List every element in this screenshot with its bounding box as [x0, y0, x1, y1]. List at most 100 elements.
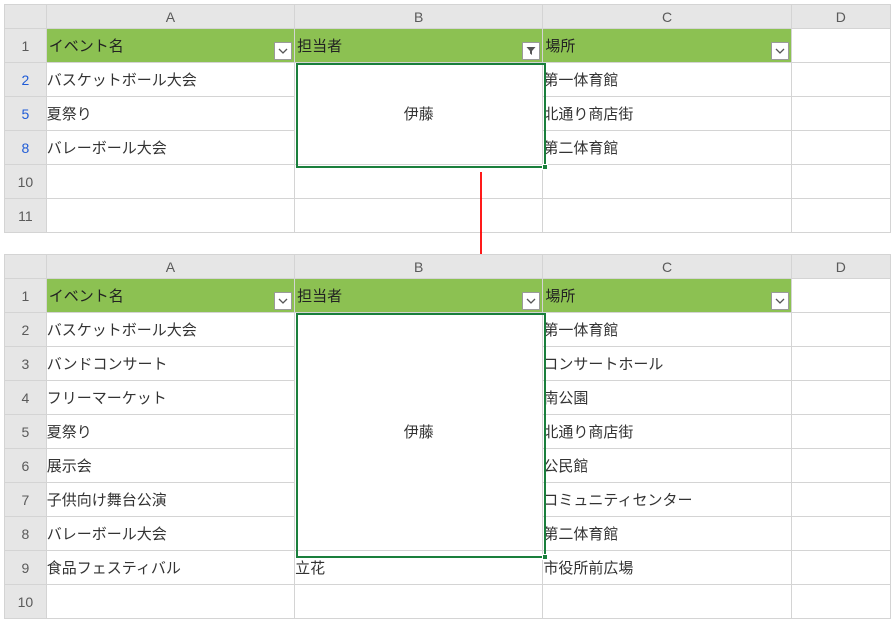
cell-D[interactable] [791, 63, 890, 97]
merged-cell-person[interactable]: 伊藤 [295, 63, 543, 165]
row-header[interactable]: 10 [5, 585, 47, 619]
table-row[interactable]: 10 [5, 165, 891, 199]
cell[interactable] [295, 199, 543, 233]
row-header[interactable]: 2 [5, 63, 47, 97]
cell-event[interactable]: 食品フェスティバル [46, 551, 294, 585]
cell-event[interactable]: バレーボール大会 [46, 517, 294, 551]
header-place[interactable]: 場所 [543, 279, 791, 313]
filter-dropdown-button[interactable] [771, 42, 789, 60]
cell-place[interactable]: 第一体育館 [543, 313, 791, 347]
row-header[interactable]: 6 [5, 449, 47, 483]
column-header-D[interactable]: D [791, 255, 890, 279]
header-event[interactable]: イベント名 [46, 29, 294, 63]
column-header-B[interactable]: B [295, 255, 543, 279]
row-header[interactable]: 10 [5, 165, 47, 199]
header-place[interactable]: 場所 [543, 29, 791, 63]
cell-place[interactable]: 公民館 [543, 449, 791, 483]
spreadsheet-top[interactable]: A B C D 1 イベント名 担当者 [4, 4, 891, 233]
header-person[interactable]: 担当者 [295, 29, 543, 63]
filter-dropdown-button[interactable] [274, 292, 292, 310]
column-header-B[interactable]: B [295, 5, 543, 29]
row-header[interactable]: 2 [5, 313, 47, 347]
filter-dropdown-button[interactable] [522, 292, 540, 310]
cell-event[interactable]: バンドコンサート [46, 347, 294, 381]
cell-D[interactable] [791, 381, 890, 415]
table-row[interactable]: 11 [5, 199, 891, 233]
cell-place[interactable]: 第二体育館 [543, 131, 791, 165]
cell[interactable] [295, 165, 543, 199]
cell[interactable] [791, 165, 890, 199]
cell-D[interactable] [791, 551, 890, 585]
cell-event[interactable]: 夏祭り [46, 97, 294, 131]
merged-cell-person[interactable]: 伊藤 [295, 313, 543, 551]
select-all-corner[interactable] [5, 255, 47, 279]
cell-D[interactable] [791, 483, 890, 517]
spreadsheet-bottom[interactable]: A B C D 1 イベント名 担当者 場所 [4, 254, 891, 619]
column-header-A[interactable]: A [46, 5, 294, 29]
cell-place[interactable]: コンサートホール [543, 347, 791, 381]
cell[interactable] [46, 585, 294, 619]
cell-D[interactable] [791, 517, 890, 551]
column-header-row[interactable]: A B C D [5, 5, 891, 29]
cell-D[interactable] [791, 131, 890, 165]
row-header[interactable]: 8 [5, 131, 47, 165]
row-header[interactable]: 11 [5, 199, 47, 233]
cell[interactable] [791, 199, 890, 233]
cell[interactable] [295, 585, 543, 619]
cell[interactable] [543, 165, 791, 199]
cell-place[interactable]: 第二体育館 [543, 517, 791, 551]
cell[interactable] [46, 165, 294, 199]
row-header[interactable]: 3 [5, 347, 47, 381]
row-header[interactable]: 5 [5, 97, 47, 131]
row-header[interactable]: 9 [5, 551, 47, 585]
table-row[interactable]: 9 食品フェスティバル 立花 市役所前広場 [5, 551, 891, 585]
column-header-A[interactable]: A [46, 255, 294, 279]
cell-D[interactable] [791, 415, 890, 449]
cell-D[interactable] [791, 347, 890, 381]
table-row[interactable]: 1 イベント名 担当者 場所 [5, 279, 891, 313]
cell-place[interactable]: 北通り商店街 [543, 97, 791, 131]
cell-event[interactable]: 展示会 [46, 449, 294, 483]
cell-place[interactable]: コミュニティセンター [543, 483, 791, 517]
column-header-C[interactable]: C [543, 5, 791, 29]
cell-D[interactable] [791, 313, 890, 347]
cell-event[interactable]: 子供向け舞台公演 [46, 483, 294, 517]
cell[interactable] [543, 199, 791, 233]
row-header[interactable]: 1 [5, 29, 47, 63]
cell-D1[interactable] [791, 29, 890, 63]
column-header-row[interactable]: A B C D [5, 255, 891, 279]
cell[interactable] [791, 585, 890, 619]
cell-event[interactable]: バレーボール大会 [46, 131, 294, 165]
column-header-D[interactable]: D [791, 5, 890, 29]
cell-person[interactable]: 立花 [295, 551, 543, 585]
cell-event[interactable]: フリーマーケット [46, 381, 294, 415]
header-person[interactable]: 担当者 [295, 279, 543, 313]
filter-dropdown-button[interactable] [771, 292, 789, 310]
select-all-corner[interactable] [5, 5, 47, 29]
row-header[interactable]: 7 [5, 483, 47, 517]
cell[interactable] [46, 199, 294, 233]
filter-dropdown-button[interactable] [274, 42, 292, 60]
table-row[interactable]: 2 バスケットボール大会 伊藤 第一体育館 [5, 313, 891, 347]
cell[interactable] [543, 585, 791, 619]
cell-place[interactable]: 第一体育館 [543, 63, 791, 97]
cell-place[interactable]: 北通り商店街 [543, 415, 791, 449]
row-header[interactable]: 1 [5, 279, 47, 313]
row-header[interactable]: 8 [5, 517, 47, 551]
cell-event[interactable]: バスケットボール大会 [46, 313, 294, 347]
cell-place[interactable]: 市役所前広場 [543, 551, 791, 585]
header-event[interactable]: イベント名 [46, 279, 294, 313]
column-header-C[interactable]: C [543, 255, 791, 279]
cell-D[interactable] [791, 97, 890, 131]
cell-place[interactable]: 南公園 [543, 381, 791, 415]
table-row[interactable]: 2 バスケットボール大会 伊藤 第一体育館 [5, 63, 891, 97]
cell-D[interactable] [791, 449, 890, 483]
table-row[interactable]: 1 イベント名 担当者 場所 [5, 29, 891, 63]
row-header[interactable]: 4 [5, 381, 47, 415]
cell-event[interactable]: 夏祭り [46, 415, 294, 449]
table-row[interactable]: 10 [5, 585, 891, 619]
cell-D1[interactable] [791, 279, 890, 313]
row-header[interactable]: 5 [5, 415, 47, 449]
cell-event[interactable]: バスケットボール大会 [46, 63, 294, 97]
filter-dropdown-button-active[interactable] [522, 42, 540, 60]
